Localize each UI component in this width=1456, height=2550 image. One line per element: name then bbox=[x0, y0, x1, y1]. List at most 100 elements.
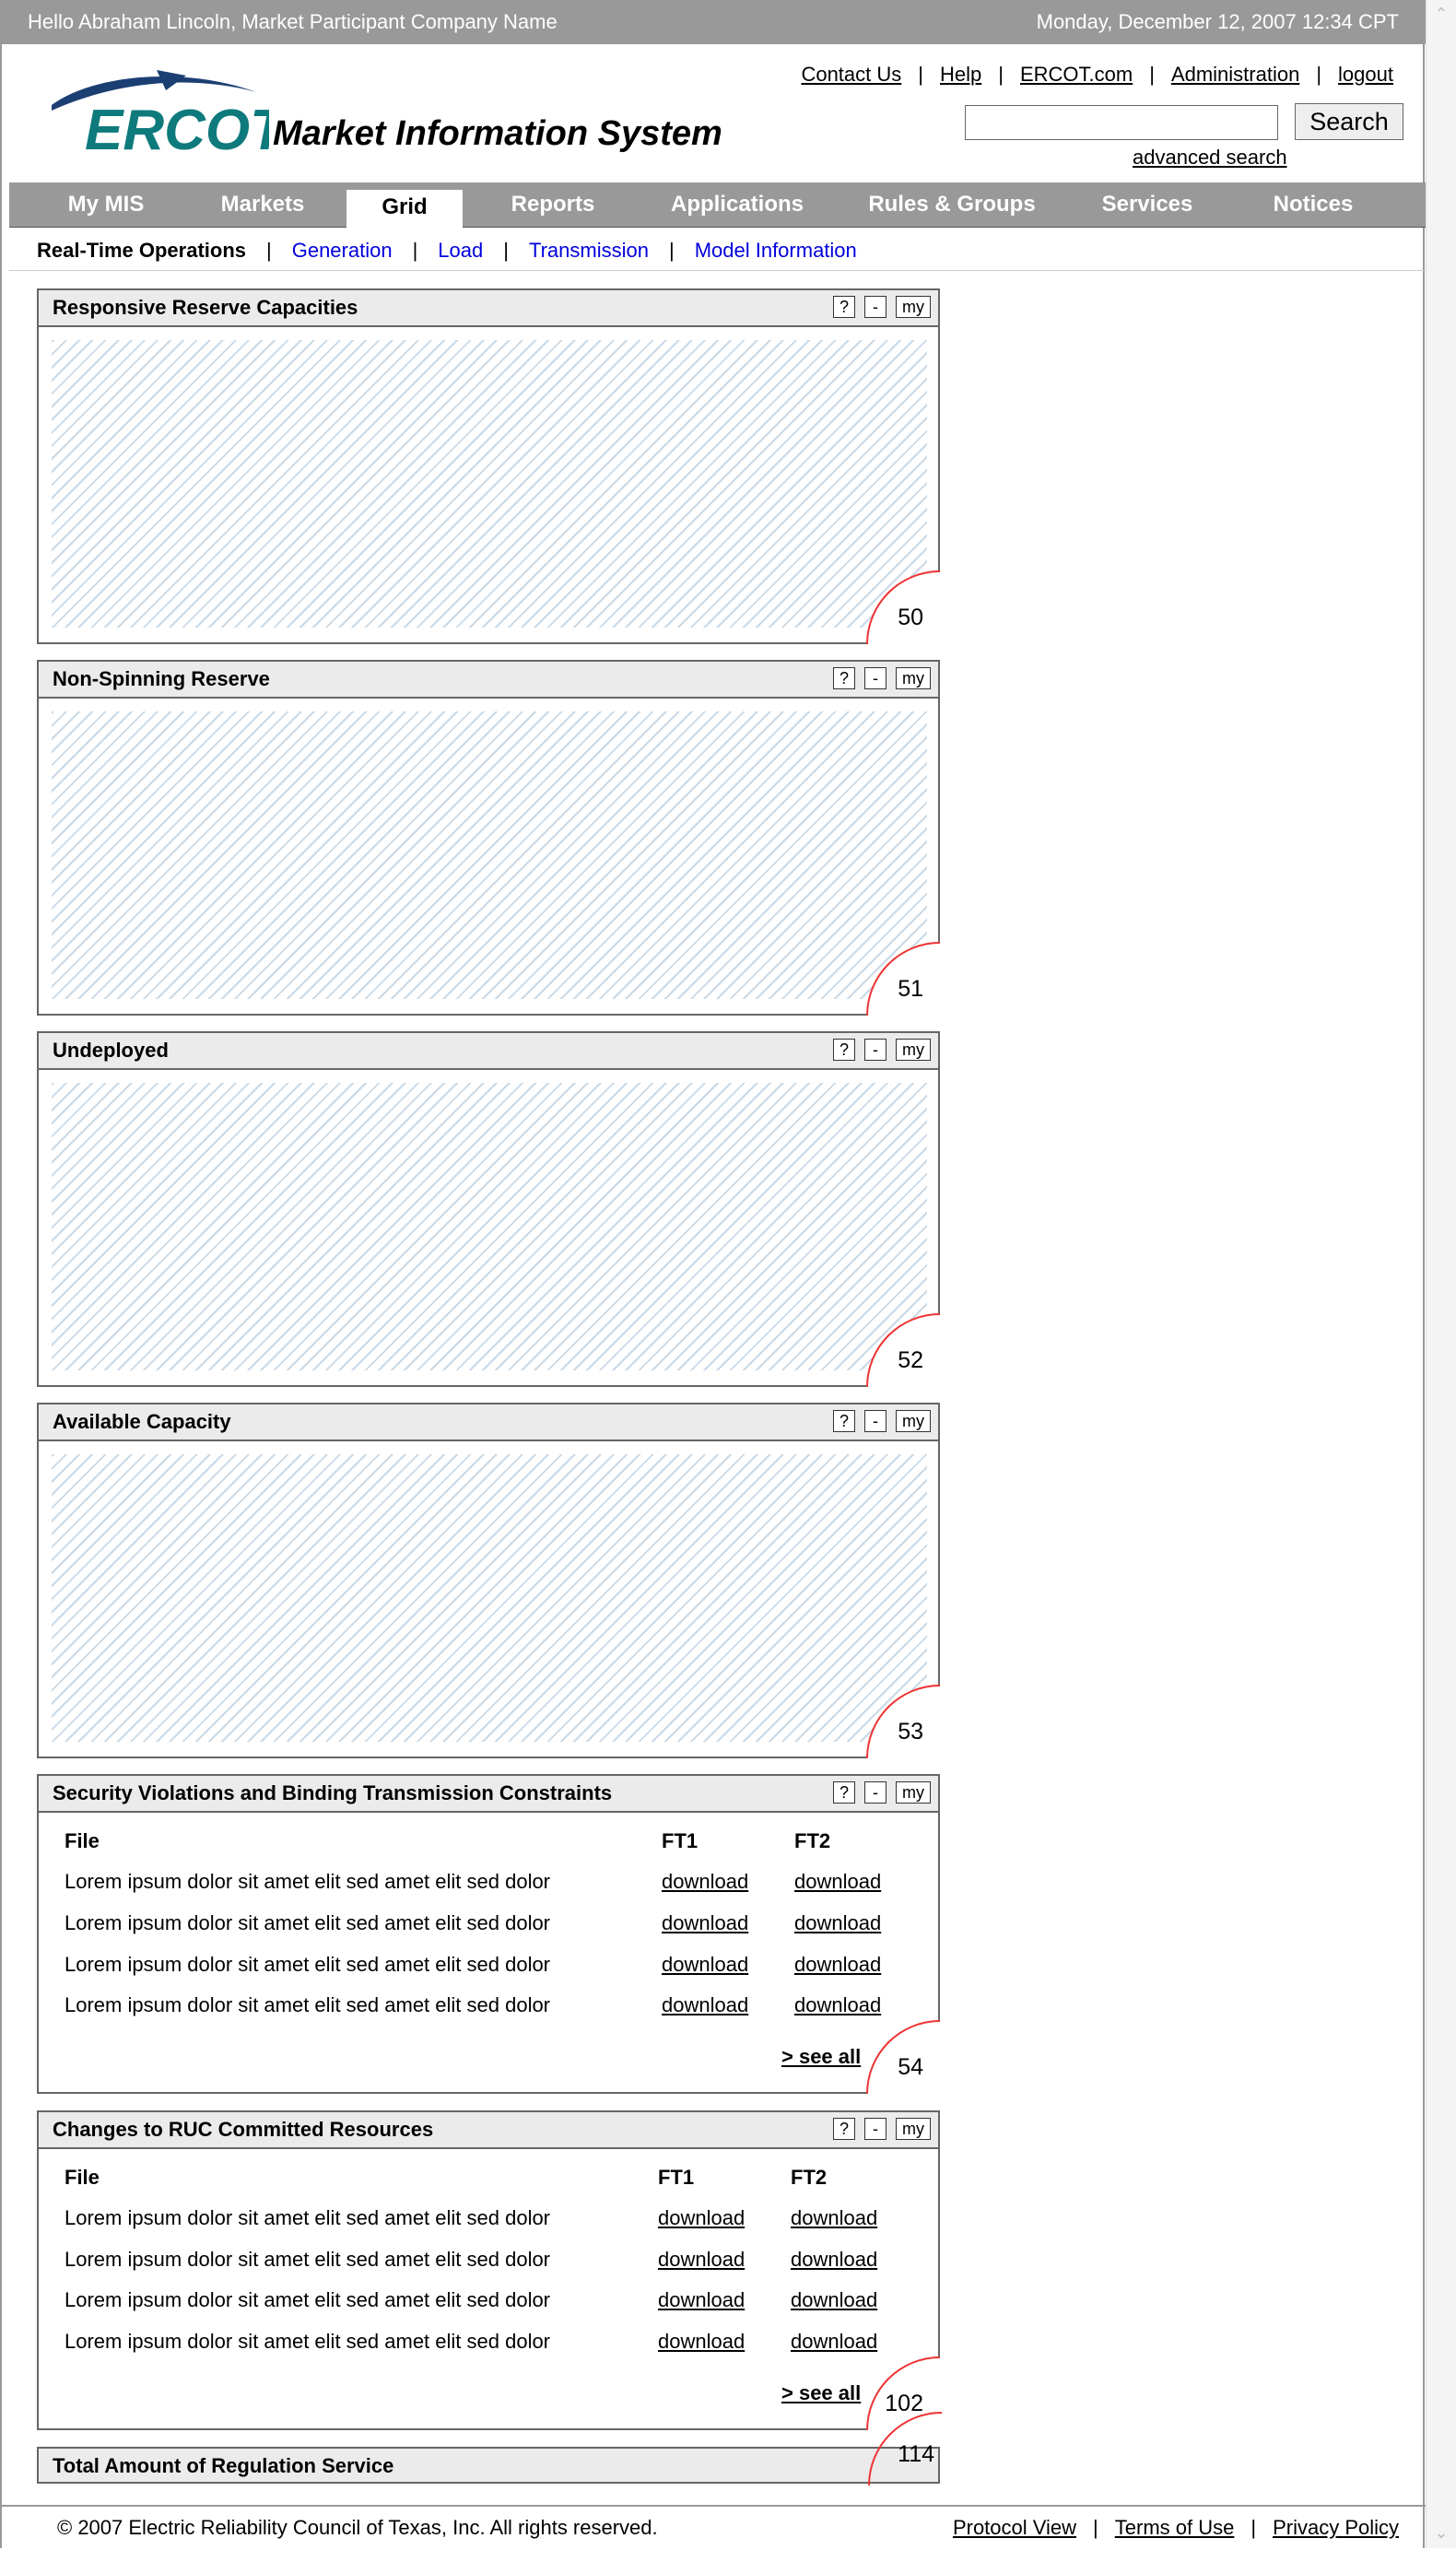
ft2-download-link[interactable]: download bbox=[791, 2248, 877, 2272]
see-all-link[interactable]: > see all bbox=[781, 2381, 861, 2405]
panel-ruc-committed-resources: Changes to RUC Committed Resources ? - m… bbox=[37, 2110, 940, 2430]
search-input[interactable] bbox=[965, 105, 1278, 140]
column-header: FT1 bbox=[658, 2166, 695, 2189]
footer: © 2007 Electric Reliability Council of T… bbox=[2, 2505, 1427, 2550]
panel-help-button[interactable]: ? bbox=[833, 1781, 855, 1804]
ft1-download-link[interactable]: download bbox=[658, 2330, 745, 2354]
file-name: Lorem ipsum dolor sit amet elit sed amet… bbox=[65, 2288, 551, 2311]
tab-reports[interactable]: Reports bbox=[475, 182, 631, 227]
tab-rules-groups[interactable]: Rules & Groups bbox=[846, 182, 1058, 227]
ercot-logo[interactable]: ERCOT bbox=[48, 66, 269, 159]
panel-header: Responsive Reserve Capacities ? - my bbox=[39, 290, 938, 327]
annotation-number: 50 bbox=[898, 605, 923, 630]
panel-minimize-button[interactable]: - bbox=[864, 2118, 887, 2140]
panel-help-button[interactable]: ? bbox=[833, 1039, 855, 1061]
panel-minimize-button[interactable]: - bbox=[864, 296, 887, 318]
protocol-view-link[interactable]: Protocol View bbox=[953, 2516, 1076, 2539]
ft1-download-link[interactable]: download bbox=[662, 1993, 748, 2017]
ft1-download-link[interactable]: download bbox=[658, 2288, 745, 2312]
panel-minimize-button[interactable]: - bbox=[864, 1781, 887, 1804]
utility-links: Contact Us | Help | ERCOT.com | Administration… bbox=[801, 63, 1393, 87]
header: ERCOT Market Information System Contact … bbox=[2, 44, 1427, 182]
panel-my-button[interactable]: my bbox=[896, 1410, 931, 1432]
logout-link[interactable]: logout bbox=[1338, 63, 1393, 86]
user-greeting: Hello Abraham Lincoln, Market Participan… bbox=[28, 10, 558, 33]
subnav-separator: | bbox=[412, 239, 418, 262]
help-link[interactable]: Help bbox=[940, 63, 981, 86]
ft1-download-link[interactable]: download bbox=[662, 1953, 748, 1977]
ft1-download-link[interactable]: download bbox=[658, 2248, 745, 2272]
link-separator: | bbox=[998, 63, 1004, 86]
chart-placeholder bbox=[52, 711, 927, 999]
panel-title: Responsive Reserve Capacities bbox=[53, 296, 358, 319]
subnav-separator: | bbox=[503, 239, 509, 262]
tab-applications[interactable]: Applications bbox=[636, 182, 839, 227]
link-separator: | bbox=[1316, 63, 1322, 86]
ft2-download-link[interactable]: download bbox=[794, 1870, 881, 1894]
panel-minimize-button[interactable]: - bbox=[864, 1039, 887, 1061]
subnav-separator: | bbox=[668, 239, 675, 262]
ercot-com-link[interactable]: ERCOT.com bbox=[1020, 63, 1133, 86]
page: Hello Abraham Lincoln, Market Participan… bbox=[0, 0, 1427, 2550]
current-datetime: Monday, December 12, 2007 12:34 CPT bbox=[1036, 10, 1399, 33]
panel-help-button[interactable]: ? bbox=[833, 296, 855, 318]
tab-my-mis[interactable]: My MIS bbox=[28, 182, 184, 227]
link-separator: | bbox=[1149, 63, 1155, 86]
panel-header: Changes to RUC Committed Resources ? - m… bbox=[39, 2112, 938, 2149]
main-nav: My MIS Markets Grid Reports Applications… bbox=[9, 182, 1427, 229]
file-name: Lorem ipsum dolor sit amet elit sed amet… bbox=[65, 1953, 551, 1976]
column-header: FT2 bbox=[794, 1829, 831, 1852]
column-header: File bbox=[65, 2166, 100, 2189]
chart-placeholder bbox=[52, 340, 927, 628]
copyright: © 2007 Electric Reliability Council of T… bbox=[57, 2516, 658, 2539]
contact-us-link[interactable]: Contact Us bbox=[801, 63, 901, 86]
subnav-current: Real-Time Operations bbox=[37, 239, 246, 262]
panel-my-button[interactable]: my bbox=[896, 1781, 931, 1804]
administration-link[interactable]: Administration bbox=[1171, 63, 1299, 86]
ft2-download-link[interactable]: download bbox=[791, 2206, 877, 2230]
ft2-download-link[interactable]: download bbox=[791, 2330, 877, 2354]
panel-my-button[interactable]: my bbox=[896, 296, 931, 318]
see-all-link[interactable]: > see all bbox=[781, 2045, 861, 2069]
ft1-download-link[interactable]: download bbox=[662, 1911, 748, 1935]
panel-my-button[interactable]: my bbox=[896, 1039, 931, 1061]
terms-of-use-link[interactable]: Terms of Use bbox=[1115, 2516, 1235, 2539]
tab-grid[interactable]: Grid bbox=[346, 190, 463, 229]
subnav-load[interactable]: Load bbox=[438, 239, 483, 263]
subnav-transmission[interactable]: Transmission bbox=[529, 239, 649, 263]
panel-undeployed: Undeployed ? - my 52 bbox=[37, 1031, 940, 1387]
tab-services[interactable]: Services bbox=[1069, 182, 1226, 227]
advanced-search-link[interactable]: advanced search bbox=[1133, 146, 1287, 170]
annotation-number: 102 bbox=[885, 2391, 923, 2416]
privacy-policy-link[interactable]: Privacy Policy bbox=[1273, 2516, 1399, 2539]
subnav-generation[interactable]: Generation bbox=[292, 239, 393, 263]
subnav-model-information[interactable]: Model Information bbox=[695, 239, 857, 263]
annotation-number: 114 bbox=[898, 2441, 934, 2467]
ft2-download-link[interactable]: download bbox=[794, 1911, 881, 1935]
panel-responsive-reserve: Responsive Reserve Capacities ? - my 50 bbox=[37, 288, 940, 644]
sub-nav: Real-Time Operations | Generation | Load | Tra… bbox=[37, 239, 857, 263]
panel-help-button[interactable]: ? bbox=[833, 2118, 855, 2140]
panel-my-button[interactable]: my bbox=[896, 2118, 931, 2140]
search-button[interactable]: Search bbox=[1295, 103, 1403, 140]
ft1-download-link[interactable]: download bbox=[662, 1870, 748, 1894]
vertical-scrollbar[interactable]: ⌃ ⌄ bbox=[1426, 0, 1456, 2548]
scroll-down-icon[interactable]: ⌄ bbox=[1432, 2524, 1450, 2543]
panel-minimize-button[interactable]: - bbox=[864, 1410, 887, 1432]
panel-help-button[interactable]: ? bbox=[833, 1410, 855, 1432]
ft2-download-link[interactable]: download bbox=[791, 2288, 877, 2312]
ft2-download-link[interactable]: download bbox=[794, 1993, 881, 2017]
tab-markets[interactable]: Markets bbox=[184, 182, 341, 227]
panel-regulation-service: Total Amount of Regulation Service bbox=[37, 2447, 940, 2484]
ft1-download-link[interactable]: download bbox=[658, 2206, 745, 2230]
tab-notices[interactable]: Notices bbox=[1235, 182, 1391, 227]
footer-links: Protocol View | Terms of Use | Privacy Polic… bbox=[953, 2516, 1399, 2540]
panel-header: Security Violations and Binding Transmis… bbox=[39, 1776, 938, 1813]
panel-my-button[interactable]: my bbox=[896, 667, 931, 689]
annotation-badge: 54 bbox=[866, 2020, 940, 2094]
scroll-up-icon[interactable]: ⌃ bbox=[1432, 6, 1450, 24]
panel-help-button[interactable]: ? bbox=[833, 667, 855, 689]
panel-minimize-button[interactable]: - bbox=[864, 667, 887, 689]
ft2-download-link[interactable]: download bbox=[794, 1953, 881, 1977]
link-separator: | bbox=[918, 63, 923, 86]
